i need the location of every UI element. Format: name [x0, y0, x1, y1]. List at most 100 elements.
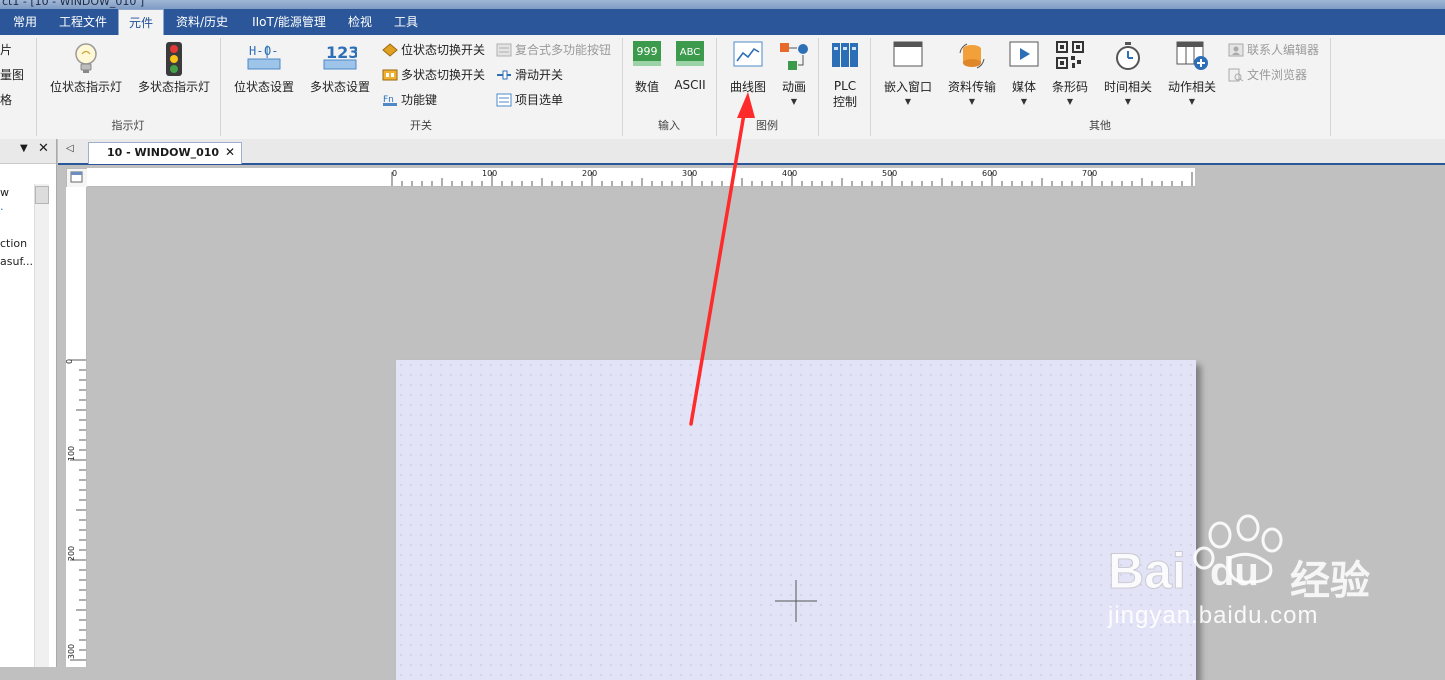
dropdown-caret-icon: ▼: [1188, 97, 1196, 106]
tab-scroll-left-icon[interactable]: ◁: [66, 143, 74, 154]
stopwatch-icon: [1116, 42, 1140, 70]
bit-toggle-switch-button[interactable]: 位状态切换开关: [382, 41, 485, 59]
list-item[interactable]: ction: [0, 237, 27, 250]
group-separator: [818, 38, 819, 136]
panel-scrollbar[interactable]: [34, 184, 49, 667]
ruler-h-label: 0: [392, 169, 398, 178]
media-play-icon: [1009, 41, 1039, 67]
watermark-brand-du: du: [1210, 550, 1259, 594]
group-label-indicator: 指示灯: [111, 119, 145, 132]
contact-editor-button[interactable]: 联系人编辑器: [1228, 41, 1319, 59]
scrollbar-thumb[interactable]: [35, 186, 49, 204]
close-tab-icon[interactable]: ✕: [225, 145, 235, 159]
trend-display-button[interactable]: 曲线图: [724, 35, 772, 115]
group-label-graph: 图例: [756, 119, 778, 132]
file-search-icon: [1228, 68, 1244, 82]
vertical-ruler: 0 100 200 300: [65, 187, 87, 667]
vertical-ruler-ticks: [70, 359, 86, 661]
bit-lamp-button[interactable]: 位状态指示灯: [44, 35, 128, 115]
horizontal-ruler-ticks: [391, 172, 1193, 186]
horizontal-ruler: 0 100 200 300 400 500 600 700: [87, 168, 1195, 187]
combo-button-icon: [496, 43, 512, 57]
numeric-input-button[interactable]: 999 数值: [628, 35, 666, 115]
tab-data-history[interactable]: 资料/历史: [166, 9, 238, 35]
ruler-h-label: 300: [682, 169, 698, 178]
list-item[interactable]: w: [0, 186, 9, 199]
vector-graphic-button[interactable]: 向量图: [0, 66, 24, 84]
ruler-v-label: 0: [65, 358, 75, 365]
ruler-h-label: 400: [782, 169, 798, 178]
combo-button[interactable]: 复合式多功能按钮: [496, 41, 611, 59]
traffic-light-icon: [166, 42, 182, 76]
numeric-set-icon: 123: [323, 43, 357, 70]
picture-button[interactable]: 图片: [0, 41, 12, 59]
title-bar: ct1 - [10 - WINDOW_010 ]: [0, 0, 1445, 9]
panel-dropdown-icon[interactable]: ▼: [20, 143, 28, 154]
qr-code-icon: [1056, 41, 1084, 69]
table-add-icon: [1176, 41, 1208, 70]
multi-toggle-switch-button[interactable]: 多状态切换开关: [382, 66, 485, 84]
light-bulb-icon: [75, 43, 97, 73]
table-button[interactable]: 表格: [0, 91, 12, 109]
tab-objects[interactable]: 元件: [118, 9, 164, 37]
embedded-window-button[interactable]: 嵌入窗口 ▼: [878, 35, 938, 115]
watermark-suffix: 经验: [1290, 558, 1370, 604]
dropdown-caret-icon: ▼: [968, 97, 976, 106]
barcode-button[interactable]: 条形码 ▼: [1046, 35, 1094, 115]
tab-common[interactable]: 常用: [4, 9, 46, 35]
group-separator: [1330, 38, 1331, 136]
animation-button[interactable]: 动画 ▼: [774, 35, 814, 115]
ruler-h-label: 200: [582, 169, 598, 178]
list-item[interactable]: asuf...: [0, 255, 33, 268]
dropdown-caret-icon: ▼: [1020, 97, 1028, 106]
database-transfer-icon: [959, 43, 985, 69]
function-key-icon: Fn: [383, 95, 397, 106]
tab-label: 10 - WINDOW_010: [107, 146, 220, 159]
time-related-button[interactable]: 时间相关 ▼: [1098, 35, 1158, 115]
plc-control-button[interactable]: PLC 控制: [822, 35, 868, 115]
item-select-button[interactable]: 项目选单: [496, 91, 563, 109]
line-chart-icon: [733, 41, 763, 67]
document-tab-strip: ◁: [58, 139, 1445, 165]
bit-set-icon: H-| O-|: [247, 44, 281, 70]
tab-window-010[interactable]: 10 - WINDOW_010 ✕: [88, 142, 242, 164]
ruler-h-label: 700: [1082, 169, 1098, 178]
word-set-button[interactable]: 123 多状态设置: [304, 35, 376, 115]
dropdown-caret-icon: ▼: [904, 97, 912, 106]
media-button[interactable]: 媒体 ▼: [1004, 35, 1044, 115]
panel-header: ▼ ✕: [0, 139, 56, 164]
ruler-corner-icon: [70, 171, 83, 183]
data-transfer-button[interactable]: 资料传输 ▼: [942, 35, 1002, 115]
menu-bar: 常用 工程文件 元件 资料/历史 IIoT/能源管理 检视 工具: [0, 9, 1445, 37]
file-browser-button[interactable]: 文件浏览器: [1228, 66, 1307, 84]
toggle-diamond-icon: [382, 43, 398, 57]
window-icon: [893, 41, 923, 67]
list-item-marker: ·: [0, 203, 4, 216]
tab-view[interactable]: 检视: [338, 9, 382, 35]
dropdown-caret-icon: ▼: [1066, 97, 1074, 106]
ascii-input-button[interactable]: ABC ASCII: [670, 35, 710, 115]
action-related-button[interactable]: 动作相关 ▼: [1162, 35, 1222, 115]
dropdown-caret-icon: ▼: [1124, 97, 1132, 106]
ruler-v-label: 300: [67, 643, 77, 660]
contact-icon: [1228, 43, 1244, 57]
plc-icon: [832, 43, 858, 67]
tab-iiot[interactable]: IIoT/能源管理: [242, 9, 336, 35]
bit-set-button[interactable]: H-| O-| 位状态设置: [228, 35, 300, 115]
watermark-brand: Bai: [1108, 543, 1187, 600]
slider-icon: [497, 70, 511, 80]
ascii-icon: ABC: [676, 41, 704, 66]
ruler-h-label: 100: [482, 169, 498, 178]
tab-tools[interactable]: 工具: [384, 9, 428, 35]
multi-lamp-button[interactable]: 多状态指示灯: [132, 35, 216, 115]
numeric-icon: 999: [633, 41, 661, 66]
close-panel-icon[interactable]: ✕: [38, 141, 49, 156]
design-canvas-window[interactable]: [396, 360, 1196, 680]
ruler-h-label: 500: [882, 169, 898, 178]
svg-text:123: 123: [326, 43, 357, 62]
ruler-v-label: 100: [67, 445, 77, 462]
list-icon: [496, 93, 512, 107]
function-key-button[interactable]: Fn 功能键: [382, 91, 437, 109]
slide-switch-button[interactable]: 滑动开关: [496, 66, 563, 84]
tab-project[interactable]: 工程文件: [50, 9, 116, 35]
